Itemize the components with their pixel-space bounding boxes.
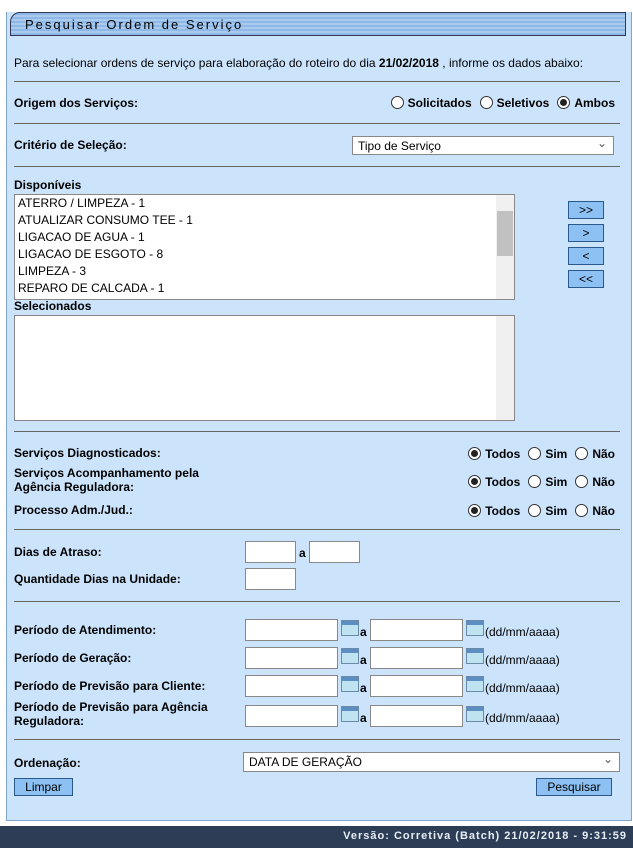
version-footer: Versão: Corretiva (Batch) 21/02/2018 - 9… (0, 826, 633, 848)
radio-label: Não (592, 504, 615, 518)
radio-todos[interactable] (468, 504, 482, 517)
calendar-icon[interactable] (341, 620, 359, 636)
radio-não[interactable] (575, 504, 589, 517)
radio-group[interactable]: Todos Sim Não (460, 504, 615, 518)
radio-label: Todos (485, 447, 521, 461)
radio-não[interactable] (575, 447, 589, 460)
list-item[interactable]: REPARO DE CALCADA - 1 (15, 280, 514, 297)
radio-label: Não (592, 447, 615, 461)
periodo-label: Período de Previsão para Cliente: (14, 679, 206, 693)
qtd-dias-input[interactable] (245, 568, 296, 590)
list-item[interactable]: ATUALIZAR CONSUMO TEE - 1 (15, 212, 514, 229)
periodo-start-input[interactable] (245, 647, 338, 669)
radio-label: Não (592, 475, 615, 489)
periodo-end-input[interactable] (370, 675, 463, 697)
range-separator: a (360, 625, 367, 639)
radio-solicitados[interactable] (390, 96, 404, 109)
range-separator: a (360, 681, 367, 695)
ordenacao-select[interactable]: DATA DE GERAÇÃO (243, 750, 620, 772)
periodo-end-input[interactable] (370, 647, 463, 669)
calendar-icon[interactable] (341, 648, 359, 664)
calendar-icon[interactable] (341, 676, 359, 692)
date-format-hint: (dd/mm/aaaa) (485, 653, 560, 667)
periodo-start-input[interactable] (245, 619, 338, 641)
radio-todos[interactable] (468, 475, 482, 488)
periodo-end-input[interactable] (370, 705, 463, 727)
criterio-select[interactable]: Tipo de Serviço (352, 134, 614, 155)
radio-group[interactable]: Todos Sim Não (460, 475, 615, 489)
radio-row-label: Processo Adm./Jud.: (14, 503, 133, 517)
criterio-label: Critério de Seleção: (14, 138, 127, 152)
panel-title-bar: Pesquisar Ordem de Serviço (10, 12, 626, 36)
disponiveis-list[interactable]: ATERRO / LIMPEZA - 1 ATUALIZAR CONSUMO TE… (14, 194, 515, 300)
intro-text: Para selecionar ordens de serviço para e… (14, 56, 584, 70)
ordenacao-label: Ordenação: (14, 756, 81, 770)
dias-atraso-max-input[interactable] (309, 541, 360, 563)
selecionados-list[interactable] (14, 315, 515, 421)
range-separator: a (360, 653, 367, 667)
move-button[interactable]: << (568, 270, 604, 288)
selecionados-label: Selecionados (14, 299, 92, 313)
radio-label: Ambos (574, 96, 615, 110)
radio-label: Seletivos (496, 96, 550, 110)
date-format-hint: (dd/mm/aaaa) (485, 625, 560, 639)
date-format-hint: (dd/mm/aaaa) (485, 711, 560, 725)
periodo-start-input[interactable] (245, 675, 338, 697)
periodo-end-input[interactable] (370, 619, 463, 641)
radio-label: Todos (485, 475, 521, 489)
radio-label: Solicitados (407, 96, 472, 110)
scrollbar[interactable] (496, 316, 514, 420)
radio-row-label: Serviços Diagnosticados: (14, 446, 161, 460)
radio-label: Todos (485, 504, 521, 518)
radio-sim[interactable] (528, 447, 542, 460)
periodo-label: Período de Geração: (14, 651, 132, 665)
page-title: Pesquisar Ordem de Serviço (25, 17, 244, 32)
scrollbar[interactable] (496, 195, 514, 299)
periodo-label: Período de Previsão para Agência Regulad… (14, 700, 208, 728)
periodo-label: Período de Atendimento: (14, 623, 157, 637)
dias-atraso-label: Dias de Atraso: (14, 545, 102, 559)
radio-label: Sim (545, 447, 568, 461)
radio-sim[interactable] (528, 504, 542, 517)
radio-sim[interactable] (528, 475, 542, 488)
origem-label: Origem dos Serviços: (14, 96, 139, 110)
radio-todos[interactable] (468, 447, 482, 460)
move-button[interactable]: >> (568, 201, 604, 219)
disponiveis-label: Disponíveis (14, 178, 82, 192)
origem-radio-group[interactable]: Solicitados Seletivos Ambos (383, 96, 615, 110)
calendar-icon[interactable] (466, 706, 484, 722)
calendar-icon[interactable] (341, 706, 359, 722)
radio-ambos[interactable] (557, 96, 571, 109)
dias-atraso-min-input[interactable] (245, 541, 296, 563)
periodo-start-input[interactable] (245, 705, 338, 727)
move-button[interactable]: < (568, 247, 604, 265)
move-button[interactable]: > (568, 224, 604, 242)
date-format-hint: (dd/mm/aaaa) (485, 681, 560, 695)
radio-não[interactable] (575, 475, 589, 488)
calendar-icon[interactable] (466, 648, 484, 664)
calendar-icon[interactable] (466, 676, 484, 692)
qtd-dias-label: Quantidade Dias na Unidade: (14, 572, 181, 586)
radio-row-label: Serviços Acompanhamento pela Agência Reg… (14, 466, 199, 494)
pesquisar-button[interactable]: Pesquisar (536, 778, 612, 796)
radio-label: Sim (545, 475, 568, 489)
radio-group[interactable]: Todos Sim Não (460, 447, 615, 461)
radio-seletivos[interactable] (479, 96, 493, 109)
list-item[interactable]: LIMPEZA - 3 (15, 263, 514, 280)
range-separator: a (360, 711, 367, 725)
limpar-button[interactable]: Limpar (14, 778, 73, 796)
list-item[interactable]: ATERRO / LIMPEZA - 1 (15, 195, 514, 212)
calendar-icon[interactable] (466, 620, 484, 636)
radio-label: Sim (545, 504, 568, 518)
list-item[interactable]: LIGACAO DE ESGOTO - 8 (15, 246, 514, 263)
list-item[interactable]: LIGACAO DE AGUA - 1 (15, 229, 514, 246)
range-separator: a (299, 546, 306, 560)
